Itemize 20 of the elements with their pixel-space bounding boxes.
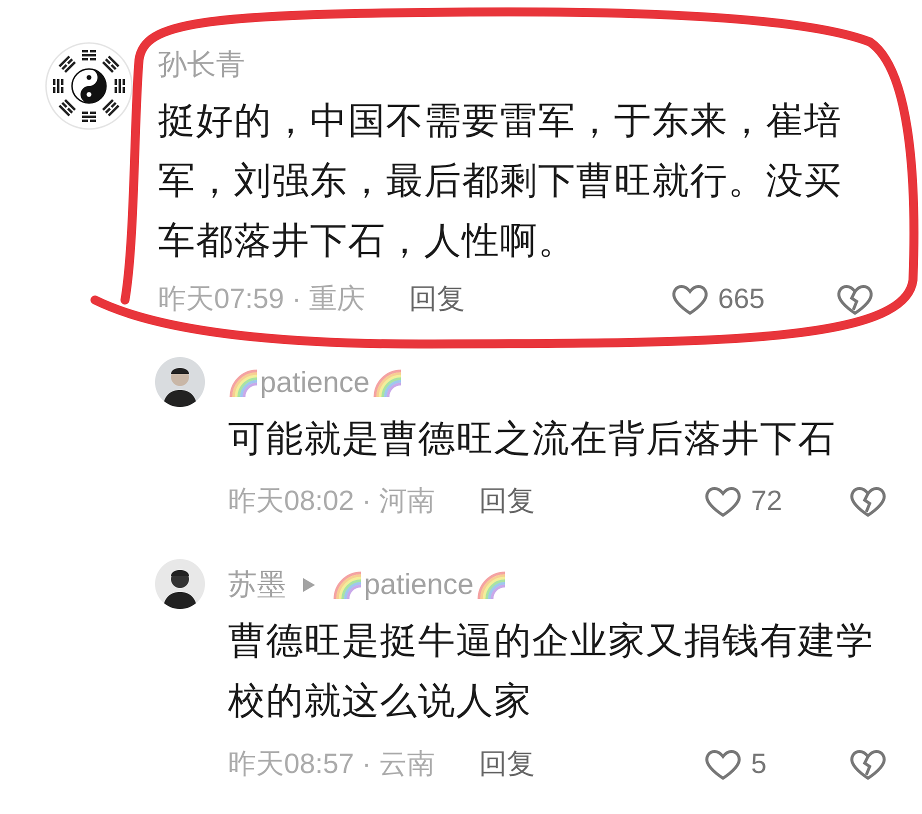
comment-meta: 昨天08:02 · 河南 <box>228 484 435 518</box>
yin-yang-icon[interactable] <box>45 42 133 130</box>
avatar-icon[interactable] <box>155 357 205 407</box>
user-name: patience <box>260 366 370 401</box>
comment-meta: 昨天07:59 · 重庆 <box>158 282 365 316</box>
like-count: 665 <box>718 282 765 316</box>
triangle-icon <box>302 577 316 593</box>
reply-button[interactable]: 回复 <box>408 278 465 320</box>
user-name: 苏墨 <box>228 568 286 603</box>
reply-button[interactable]: 回复 <box>478 480 535 522</box>
user-name: patience <box>364 568 474 603</box>
reply-button[interactable]: 回复 <box>478 743 535 785</box>
reply-text: 曹德旺是挺牛逼的企业家又捐钱有建学校的就这么说人家 <box>228 619 875 723</box>
comment-meta: 昨天08:57 · 云南 <box>228 747 435 781</box>
user-name: 孙长青 <box>158 48 245 83</box>
reply-text: 可能就是曹德旺之流在背后落井下石 <box>228 417 837 461</box>
like-count: 5 <box>751 747 767 781</box>
comment-text: 挺好的，中国不需要雷军，于东来，崔培军，刘强东，最后都剩下曹旺就行。没买车都落井下石，人性啊。 <box>158 99 843 263</box>
avatar-icon[interactable] <box>155 559 205 609</box>
like-count: 72 <box>751 484 782 518</box>
